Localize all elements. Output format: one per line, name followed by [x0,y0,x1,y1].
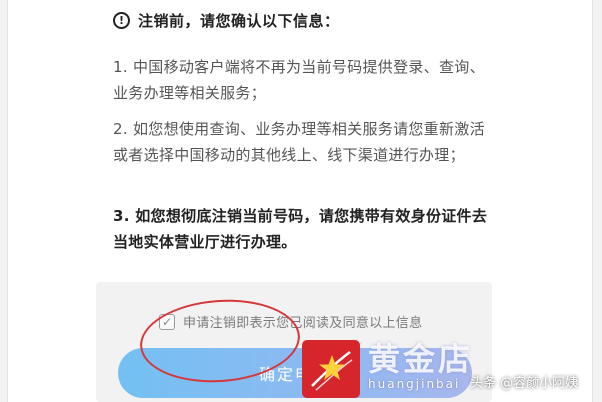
right-margin [592,0,602,402]
notice-item-1: 1. 中国移动客户端将不再为当前号码提供登录、查询、业务办理等相关服务； [113,58,485,102]
exclamation-circle-icon: ! [113,12,130,29]
notice-item-3: 3. 如您想彻底注销当前号码，请您携带有效身份证件去当地实体营业厅进行办理。 [113,207,488,251]
notice-heading-row: ! 注销前，请您确认以下信息： [113,10,340,31]
notice-heading: 注销前，请您确认以下信息： [138,12,340,30]
watermark-logo [302,340,360,398]
notice-item-2: 2. 如您想使用查询、业务办理等相关服务请您重新激活或者选择中国移动的其他线上、… [113,120,485,164]
left-margin [0,0,8,402]
watermark-domain: huangjinbai [368,377,461,391]
watermark-brand: 黄金店 [368,340,474,378]
source-credit: 头条 @容颜小阿姨 [470,376,579,391]
star-icon [319,355,345,380]
